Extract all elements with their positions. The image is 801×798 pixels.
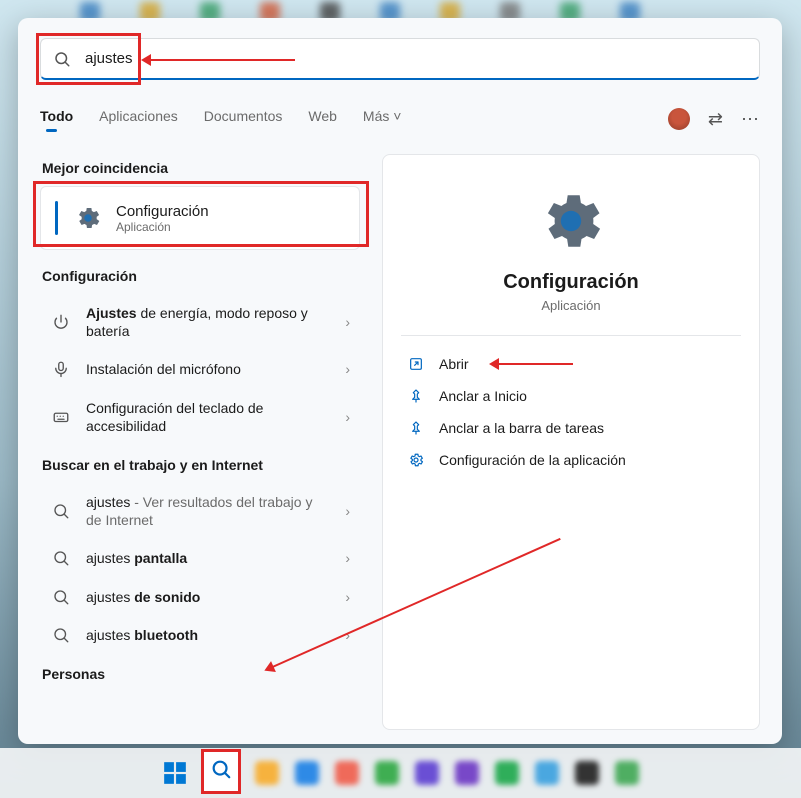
result-text: ajustes de sonido bbox=[86, 588, 331, 606]
preview-action-anclar a inicio[interactable]: Anclar a Inicio bbox=[401, 380, 741, 412]
search-icon bbox=[50, 626, 72, 644]
best-match-subtitle: Aplicación bbox=[116, 220, 209, 234]
chevron-right-icon: › bbox=[345, 589, 350, 605]
search-icon bbox=[210, 758, 232, 780]
action-label: Configuración de la aplicación bbox=[439, 452, 626, 468]
tab-web[interactable]: Web bbox=[308, 108, 337, 130]
results-list: Mejor coincidencia Configuración Aplicac… bbox=[40, 154, 360, 730]
search-icon bbox=[50, 588, 72, 606]
chevron-right-icon: › bbox=[345, 409, 350, 425]
taskbar-app[interactable] bbox=[293, 759, 321, 787]
preview-action-anclar a la barra de tareas[interactable]: Anclar a la barra de tareas bbox=[401, 412, 741, 444]
tab-mas[interactable]: Más ˅ bbox=[363, 108, 402, 130]
filter-tabs: Todo Aplicaciones Documentos Web Más ˅ bbox=[40, 108, 401, 130]
web-result[interactable]: ajustes de sonido › bbox=[40, 578, 360, 616]
phone-link-icon[interactable]: ⇄ bbox=[708, 109, 723, 130]
taskbar-app[interactable] bbox=[453, 759, 481, 787]
taskbar-app[interactable] bbox=[493, 759, 521, 787]
best-match-title: Configuración bbox=[116, 203, 209, 220]
section-people: Personas bbox=[42, 666, 360, 682]
gear-icon bbox=[74, 204, 102, 232]
taskbar-search-button[interactable] bbox=[201, 749, 241, 794]
result-text: ajustes bluetooth bbox=[86, 626, 331, 644]
chevron-right-icon: › bbox=[345, 550, 350, 566]
result-text: Configuración del teclado de accesibilid… bbox=[86, 399, 331, 435]
settings-result[interactable]: Configuración del teclado de accesibilid… bbox=[40, 389, 360, 445]
result-text: Ajustes de energía, modo reposo y baterí… bbox=[86, 304, 331, 340]
taskbar-app[interactable] bbox=[413, 759, 441, 787]
gear-icon bbox=[407, 452, 425, 468]
web-result[interactable]: ajustes pantalla › bbox=[40, 539, 360, 577]
settings-result[interactable]: Instalación del micrófono › bbox=[40, 350, 360, 388]
web-result[interactable]: ajustes bluetooth › bbox=[40, 616, 360, 654]
chevron-right-icon: › bbox=[345, 314, 350, 330]
section-settings: Configuración bbox=[42, 268, 360, 284]
action-label: Anclar a Inicio bbox=[439, 388, 527, 404]
search-icon bbox=[53, 50, 71, 68]
power-icon bbox=[50, 313, 72, 331]
settings-result[interactable]: Ajustes de energía, modo reposo y baterí… bbox=[40, 294, 360, 350]
tab-documentos[interactable]: Documentos bbox=[204, 108, 283, 130]
result-text: ajustes pantalla bbox=[86, 549, 331, 567]
user-avatar[interactable] bbox=[668, 108, 690, 130]
preview-action-abrir[interactable]: Abrir bbox=[401, 348, 741, 380]
preview-action-configuración de la aplicación[interactable]: Configuración de la aplicación bbox=[401, 444, 741, 476]
keyboard-icon bbox=[50, 408, 72, 426]
more-options-icon[interactable]: ⋯ bbox=[741, 109, 760, 130]
web-result[interactable]: ajustes - Ver resultados del trabajo y d… bbox=[40, 483, 360, 539]
mic-icon bbox=[50, 360, 72, 378]
chevron-right-icon: › bbox=[345, 627, 350, 643]
action-label: Anclar a la barra de tareas bbox=[439, 420, 604, 436]
preview-subtitle: Aplicación bbox=[401, 298, 741, 313]
taskbar bbox=[0, 748, 801, 798]
preview-pane: Configuración Aplicación Abrir Anclar a … bbox=[382, 154, 760, 730]
taskbar-app[interactable] bbox=[533, 759, 561, 787]
start-button[interactable] bbox=[161, 759, 189, 787]
tab-aplicaciones[interactable]: Aplicaciones bbox=[99, 108, 178, 130]
chevron-right-icon: › bbox=[345, 503, 350, 519]
result-text: Instalación del micrófono bbox=[86, 360, 331, 378]
taskbar-app[interactable] bbox=[613, 759, 641, 787]
pin-icon bbox=[407, 388, 425, 404]
chevron-right-icon: › bbox=[345, 361, 350, 377]
best-match-item[interactable]: Configuración Aplicación bbox=[40, 186, 360, 250]
search-icon bbox=[50, 502, 72, 520]
annotation-arrow-search bbox=[145, 59, 295, 61]
taskbar-app[interactable] bbox=[573, 759, 601, 787]
preview-gear-icon bbox=[535, 185, 607, 257]
search-icon bbox=[50, 549, 72, 567]
taskbar-app[interactable] bbox=[373, 759, 401, 787]
preview-title: Configuración bbox=[401, 271, 741, 294]
pin-icon bbox=[407, 420, 425, 436]
open-icon bbox=[407, 356, 425, 372]
tab-todo[interactable]: Todo bbox=[40, 108, 73, 130]
section-web: Buscar en el trabajo y en Internet bbox=[42, 457, 360, 473]
result-text: ajustes - Ver resultados del trabajo y d… bbox=[86, 493, 331, 529]
taskbar-app[interactable] bbox=[333, 759, 361, 787]
action-label: Abrir bbox=[439, 356, 469, 372]
section-best-match: Mejor coincidencia bbox=[42, 160, 360, 176]
search-panel: Todo Aplicaciones Documentos Web Más ˅ ⇄… bbox=[18, 18, 782, 744]
taskbar-app[interactable] bbox=[253, 759, 281, 787]
annotation-arrow-open bbox=[493, 363, 573, 365]
